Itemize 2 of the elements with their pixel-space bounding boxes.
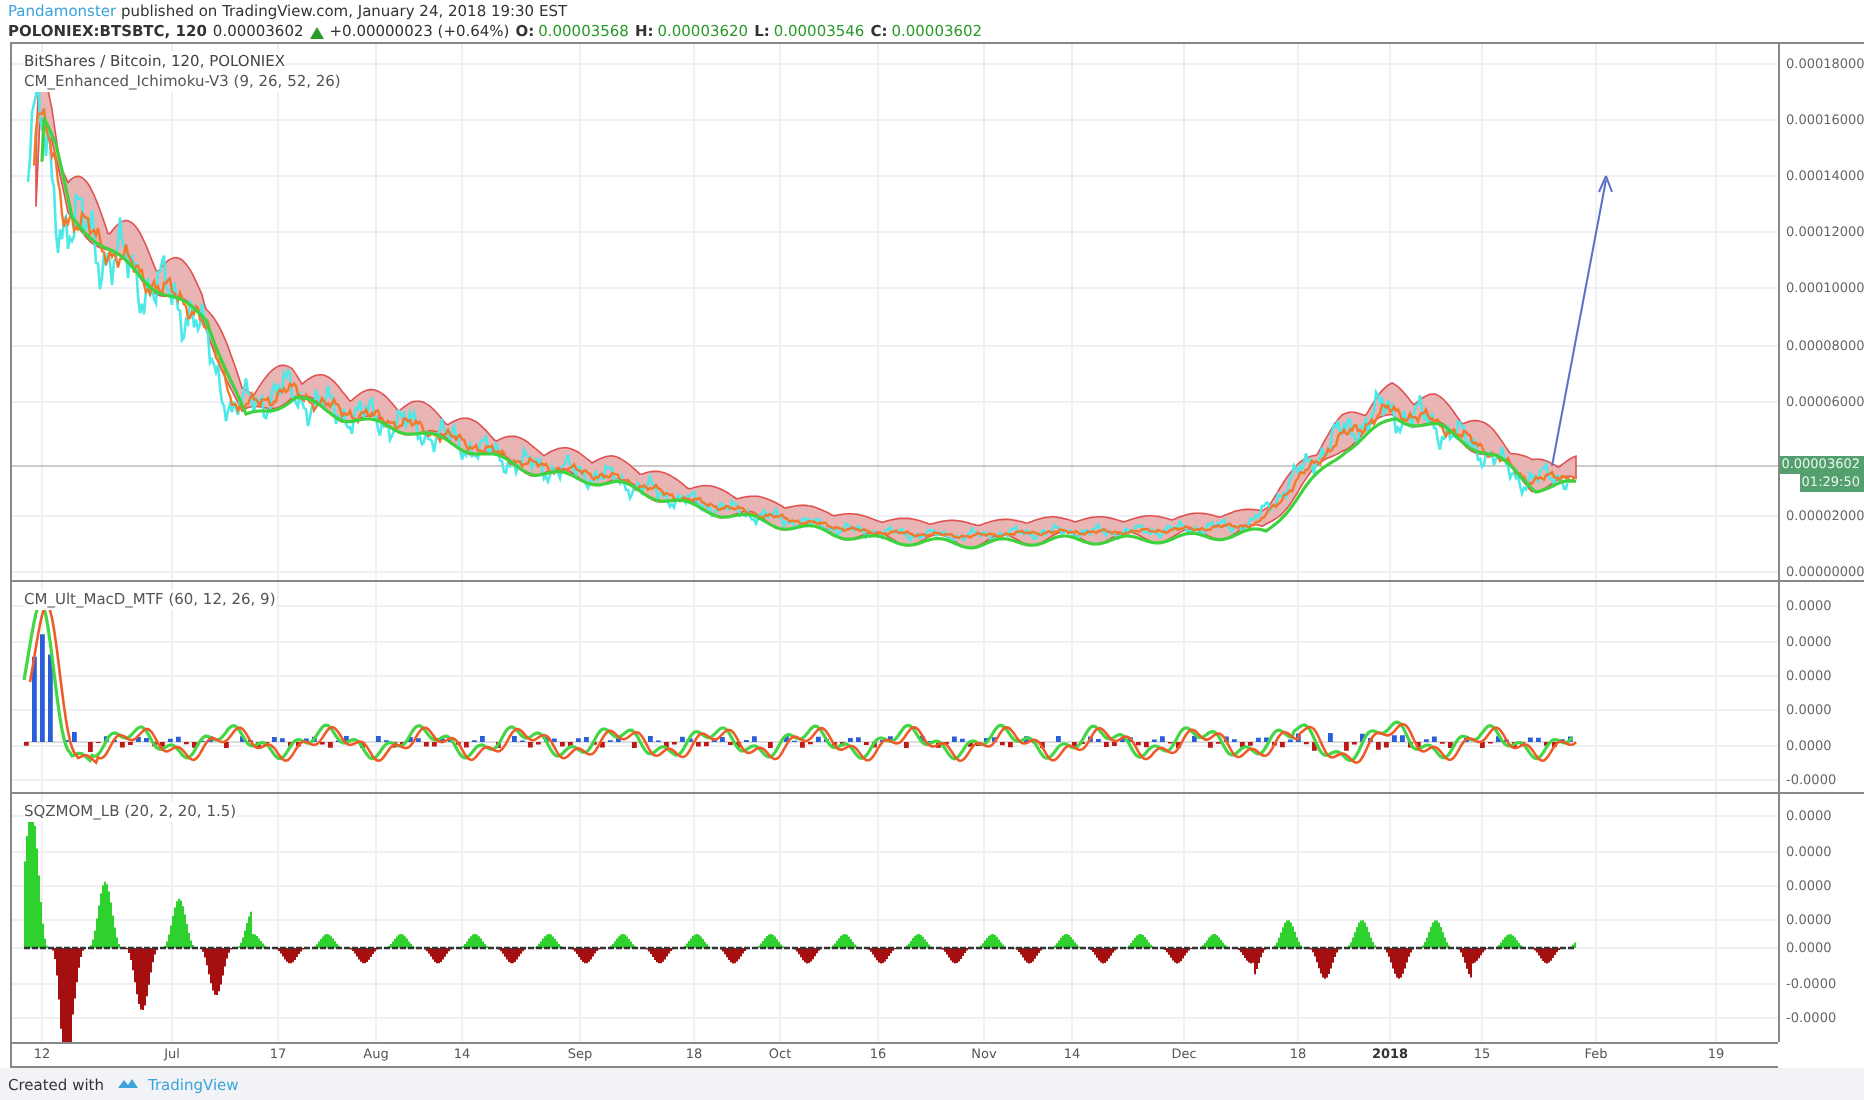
logo-icon xyxy=(115,1076,140,1092)
up-triangle-icon xyxy=(309,25,324,39)
